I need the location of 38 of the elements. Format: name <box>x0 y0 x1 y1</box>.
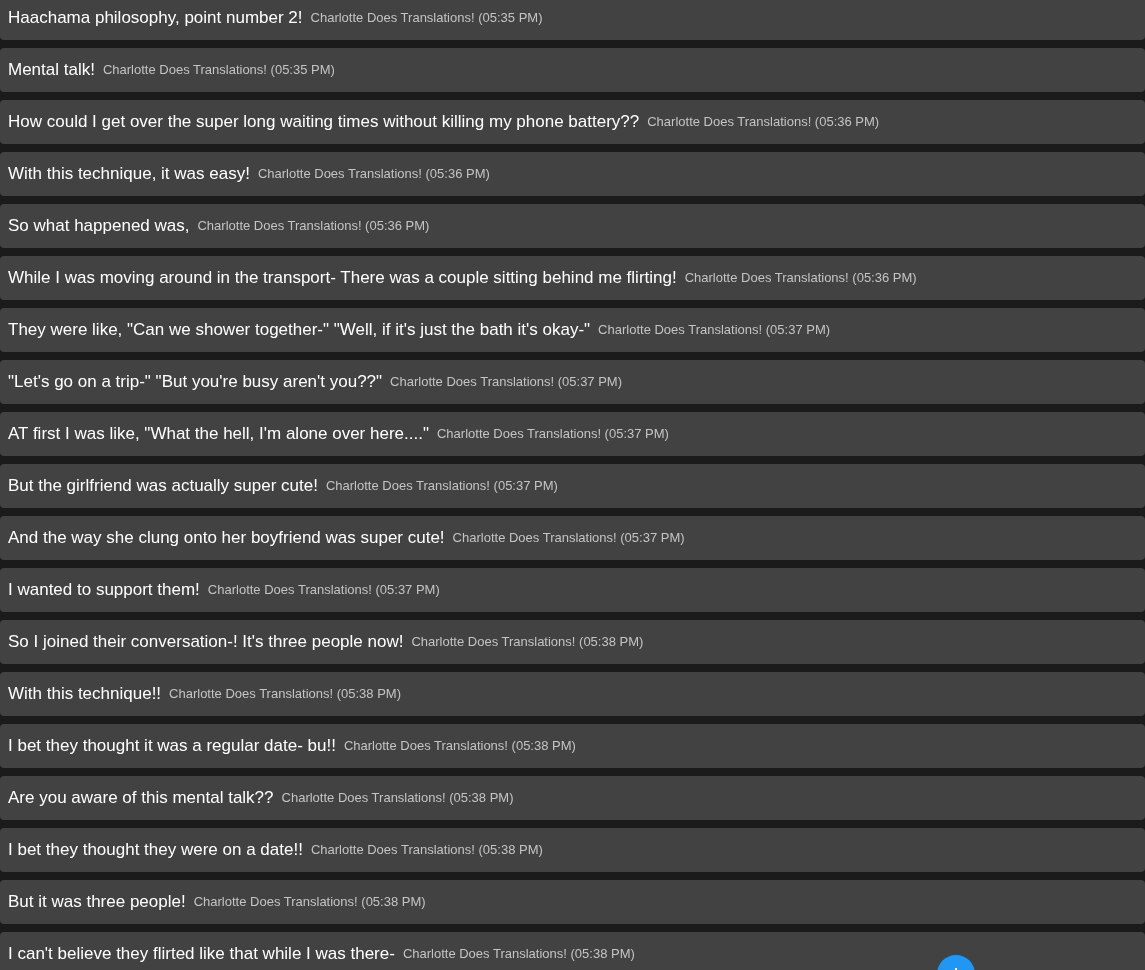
message-text: I bet they thought they were on a date!! <box>8 839 303 862</box>
message-text: With this technique, it was easy! <box>8 163 250 186</box>
message-text: I bet they thought it was a regular date- bu!! <box>8 735 336 758</box>
message-text: Are you aware of this mental talk?? <box>8 787 274 810</box>
message-text: But it was three people! <box>8 891 186 914</box>
message-author-time: Charlotte Does Translations! (05:37 PM) <box>207 581 440 600</box>
message-text: I can't believe they flirted like that while I was there- <box>8 943 395 966</box>
message-text: I wanted to support them! <box>8 579 200 602</box>
message-author-time: Charlotte Does Translations! (05:35 PM) <box>310 9 543 28</box>
message-text: But the girlfriend was actually super cute! <box>8 475 318 498</box>
message-author-time: Charlotte Does Translations! (05:36 PM) <box>197 217 430 236</box>
message-text: AT first I was like, "What the hell, I'm alone over here...." <box>8 423 429 446</box>
message-author-time: Charlotte Does Translations! (05:38 PM) <box>343 737 576 756</box>
message-author-time: Charlotte Does Translations! (05:36 PM) <box>647 113 880 132</box>
message-text: So I joined their conversation-! It's three people now! <box>8 631 404 654</box>
message-text: While I was moving around in the transport- There was a couple sitting behind me flirting! <box>8 267 677 290</box>
message-author-time: Charlotte Does Translations! (05:36 PM) <box>684 269 917 288</box>
message-text: And the way she clung onto her boyfriend was super cute! <box>8 527 445 550</box>
message-author-time: Charlotte Does Translations! (05:37 PM) <box>325 477 558 496</box>
message-author-time: Charlotte Does Translations! (05:38 PM) <box>411 633 644 652</box>
message-author-time: Charlotte Does Translations! (05:38 PM) <box>169 685 401 704</box>
message-author-time: Charlotte Does Translations! (05:38 PM) <box>193 893 426 912</box>
message-text: Mental talk! <box>8 59 95 82</box>
message-text: Haachama philosophy, point number 2! <box>8 7 303 30</box>
message-text: So what happened was, <box>8 215 190 238</box>
message-author-time: Charlotte Does Translations! (05:38 PM) <box>281 789 514 808</box>
message-author-time: Charlotte Does Translations! (05:35 PM) <box>102 61 335 80</box>
message-author-time: Charlotte Does Translations! (05:38 PM) <box>402 945 635 964</box>
message-author-time: Charlotte Does Translations! (05:37 PM) <box>390 373 623 392</box>
message-text: How could I get over the super long waiting times without killing my phone battery?? <box>8 111 640 134</box>
message-author-time: Charlotte Does Translations! (05:37 PM) <box>436 425 669 444</box>
message-author-time: Charlotte Does Translations! (05:37 PM) <box>598 321 831 340</box>
message-text: They were like, "Can we shower together-" "Well, if it's just the bath it's okay-" <box>8 319 591 342</box>
message-text: With this technique!! <box>8 683 162 706</box>
message-author-time: Charlotte Does Translations! (05:37 PM) <box>452 529 685 548</box>
message-author-time: Charlotte Does Translations! (05:38 PM) <box>310 841 543 860</box>
message-text: "Let's go on a trip-" "But you're busy aren't you??" <box>8 371 383 394</box>
message-author-time: Charlotte Does Translations! (05:36 PM) <box>257 165 490 184</box>
